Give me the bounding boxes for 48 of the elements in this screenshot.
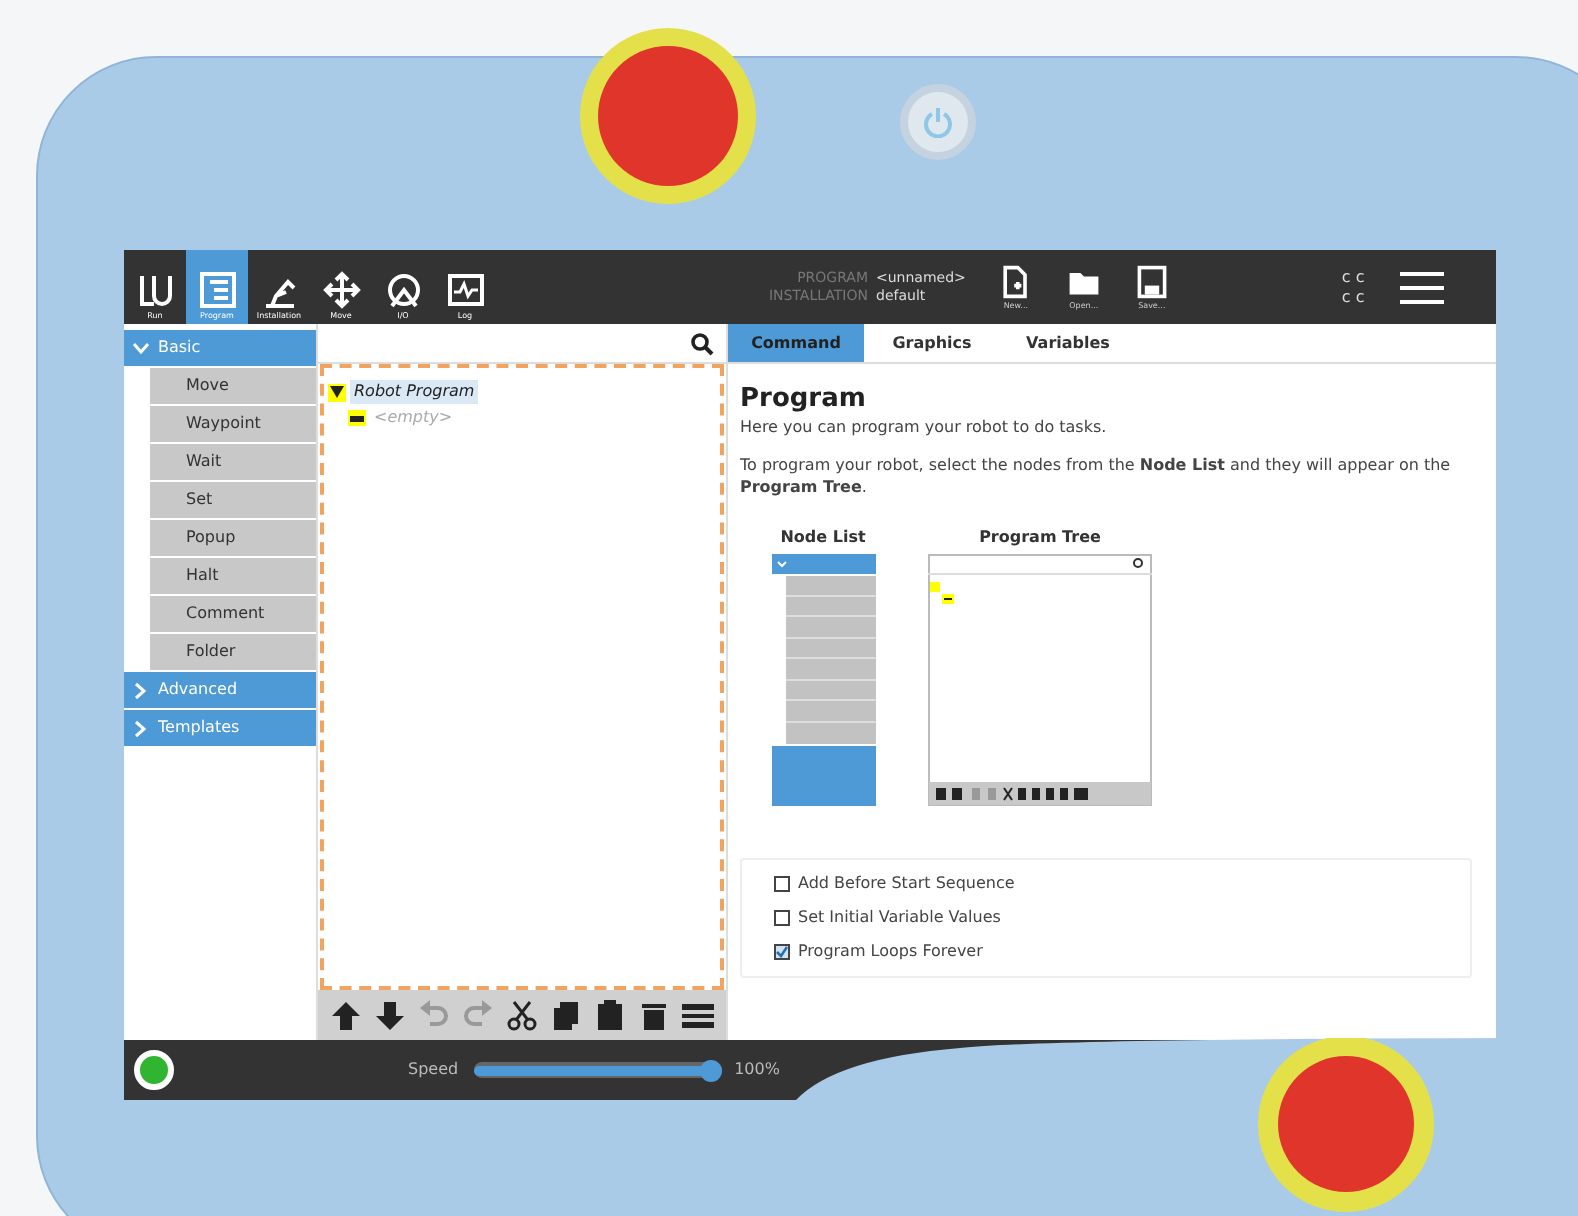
node-list-caption: Node List xyxy=(780,526,866,550)
intro-text: Here you can program your robot to do tasks. xyxy=(740,416,1109,438)
speed-label: Speed xyxy=(408,1058,459,1082)
chevron-down-icon xyxy=(132,339,150,357)
node-item[interactable]: Folder xyxy=(150,634,316,670)
checkbox-label: Add Before Start Sequence xyxy=(798,872,1015,896)
mode-indicator: c c xyxy=(1341,287,1365,307)
chevron-right-icon xyxy=(132,719,150,737)
node-item[interactable]: Comment xyxy=(150,596,316,632)
slider-thumb[interactable] xyxy=(700,1059,723,1081)
chevron-right-icon xyxy=(132,681,150,699)
clipboard-icon[interactable] xyxy=(594,999,626,1031)
checkbox[interactable] xyxy=(774,910,790,926)
collapse-triangle-icon[interactable] xyxy=(328,383,346,401)
scissors-icon[interactable] xyxy=(506,999,538,1031)
node-item[interactable]: Waypoint xyxy=(150,406,316,442)
empty-node-icon xyxy=(348,410,366,426)
arrow-up-icon[interactable] xyxy=(330,999,362,1031)
checkbox[interactable] xyxy=(774,876,790,892)
node-item[interactable]: Move xyxy=(150,368,316,404)
mode-indicator: c c xyxy=(1341,267,1365,287)
tree-node[interactable]: Robot Program xyxy=(350,380,479,404)
speed-slider[interactable] xyxy=(474,1059,723,1081)
program-list-icon xyxy=(197,270,237,310)
node-item[interactable]: Wait xyxy=(150,444,316,480)
instructions-text: To program your robot, select the nodes from the Node List and they will appear on the Program Tree. xyxy=(740,454,1453,498)
robot-logo-icon xyxy=(135,270,175,310)
page-title: Program xyxy=(740,384,868,416)
node-item[interactable]: Popup xyxy=(150,520,316,556)
checkbox[interactable] xyxy=(774,944,790,960)
node-item[interactable]: Set xyxy=(150,482,316,518)
suppress-icon[interactable] xyxy=(682,999,714,1031)
power-status-icon[interactable] xyxy=(134,1050,174,1090)
copy-icon[interactable] xyxy=(550,999,582,1031)
speed-value: 100% xyxy=(734,1058,780,1082)
chart-icon xyxy=(445,270,485,310)
menu-icon[interactable] xyxy=(1400,271,1445,303)
move-arrows-icon xyxy=(321,270,361,310)
arrow-down-icon[interactable] xyxy=(374,999,406,1031)
checkbox-label: Program Loops Forever xyxy=(798,940,983,964)
power-icon xyxy=(922,106,954,138)
program-tree-caption: Program Tree xyxy=(979,526,1101,550)
node-item[interactable]: Halt xyxy=(150,558,316,594)
gauge-icon xyxy=(383,270,423,310)
tab[interactable]: Command xyxy=(728,324,864,362)
trash-icon[interactable] xyxy=(638,999,670,1031)
search-icon xyxy=(690,331,714,355)
checkbox-label: Set Initial Variable Values xyxy=(798,906,1001,930)
